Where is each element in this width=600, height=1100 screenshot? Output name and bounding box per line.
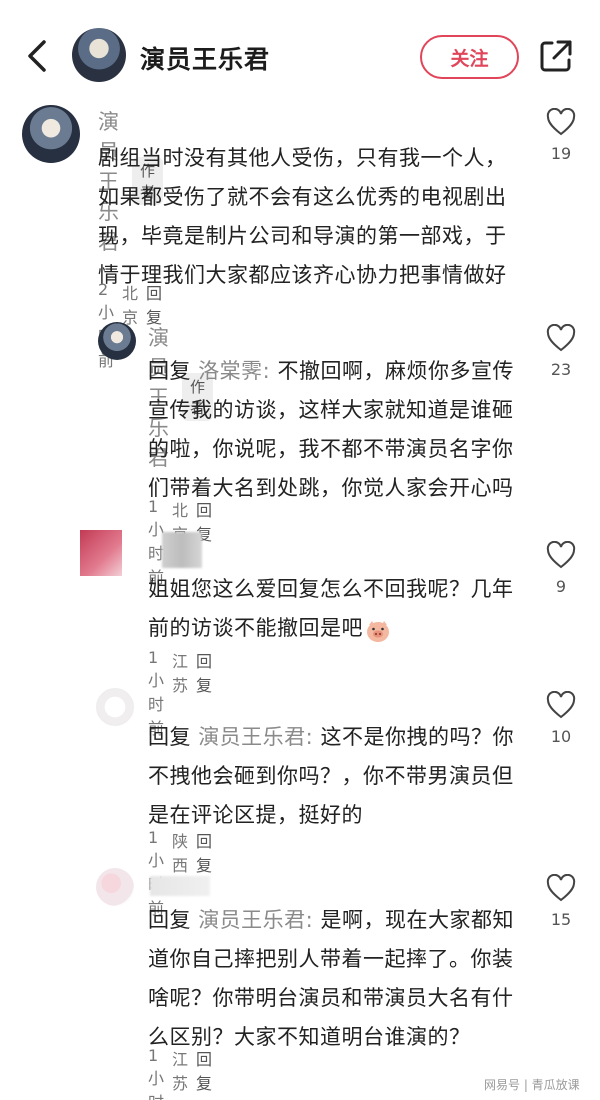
like-count: 9 [555,577,567,596]
pig-emoji-icon [365,617,391,642]
comment-text: 回复 洛棠霁: 不撤回啊，麻烦你多宣传 宣传我的访谈，这样大家就知道是谁砸 的啦… [148,359,514,500]
top-bar: 演员王乐君 关注 [0,0,600,112]
comment-text: 剧组当时没有其他人受伤，只有我一个人， 如果都受伤了就不会有这么优秀的电视剧出 … [98,146,507,287]
follow-button[interactable]: 关注 [420,35,519,79]
like-button[interactable]: 19 [541,108,581,163]
like-button[interactable]: 15 [541,874,581,929]
like-count: 15 [550,910,572,929]
watermark: 网易号 | 青瓜放课 [484,1078,580,1092]
comment-time: 1小时前 [148,1046,165,1100]
share-icon[interactable] [536,36,576,76]
avatar[interactable] [98,322,136,360]
blurred-username [150,876,210,896]
comment-text: 回复 演员王乐君: 是啊，现在大家都知 道你自己摔把别人带着一起摔了。你装 啥呢… [148,908,514,1049]
reply-target[interactable]: 洛棠霁: [198,359,270,383]
comment-location: 江苏 [172,1050,189,1093]
reply-button[interactable]: 回复 [196,1046,212,1100]
profile-avatar[interactable] [72,28,126,82]
comment-text: 姐姐您这么爱回复怎么不回我呢？几年 前的访谈不能撤回是吧 [148,577,514,642]
reply-target[interactable]: 演员王乐君: [198,725,313,749]
blurred-username [162,532,202,568]
avatar[interactable] [96,688,134,726]
avatar[interactable] [80,530,122,576]
heart-icon [546,324,576,352]
like-button[interactable]: 10 [541,691,581,746]
like-count: 23 [550,360,572,379]
comment-text: 回复 演员王乐君: 这不是你拽的吗？你 不拽他会砸到你吗？，你不带男演员但 是在… [148,725,514,827]
avatar[interactable] [96,868,134,906]
back-icon[interactable] [22,36,56,76]
heart-icon [546,874,576,902]
like-count: 19 [550,144,572,163]
heart-icon [546,541,576,569]
avatar[interactable] [22,105,80,163]
reply-target[interactable]: 演员王乐君: [198,908,313,932]
profile-name[interactable]: 演员王乐君 [140,40,270,76]
heart-icon [546,108,576,136]
heart-icon [546,691,576,719]
like-count: 10 [550,727,572,746]
like-button[interactable]: 23 [541,324,581,379]
like-button[interactable]: 9 [541,541,581,596]
